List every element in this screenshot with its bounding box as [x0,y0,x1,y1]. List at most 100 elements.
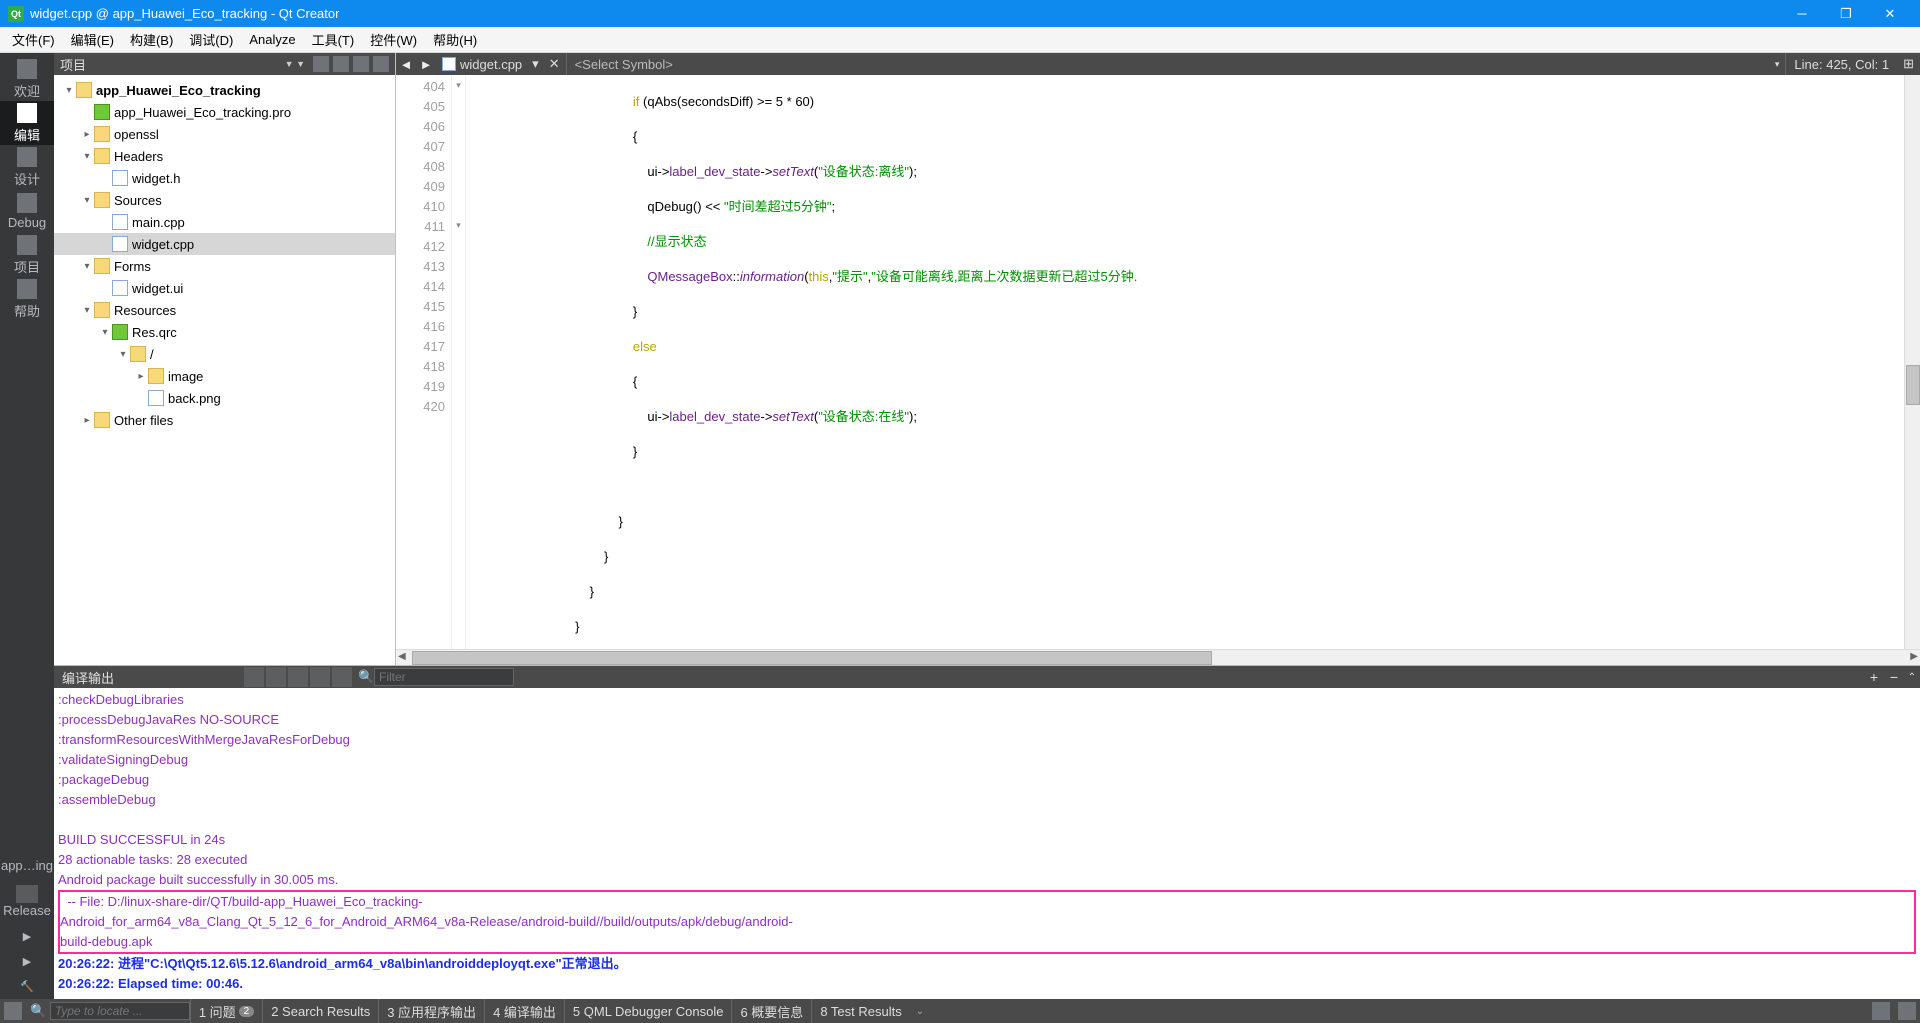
mode-design[interactable]: 设计 [0,145,54,189]
tree-node[interactable]: ▾Headers [54,145,395,167]
status-tab-tests[interactable]: 8 Test Results [811,999,909,1023]
maximize-button[interactable]: ❐ [1824,0,1868,27]
tree-node[interactable]: ▾Sources [54,189,395,211]
progress-icon[interactable] [1898,1002,1916,1020]
split-icon[interactable] [353,56,369,72]
output-collapse-icon[interactable]: ⌃ [1904,672,1920,683]
tree-node[interactable]: ▾Resources [54,299,395,321]
chevron-icon[interactable]: ▸ [134,371,148,382]
editor-tab[interactable]: widget.cpp [436,53,528,75]
tree-node[interactable]: main.cpp [54,211,395,233]
chevron-icon[interactable]: ▾ [80,151,94,162]
tree-node[interactable]: widget.cpp [54,233,395,255]
toggle-sidebar-icon[interactable] [4,1002,22,1020]
project-tree[interactable]: ▾app_Huawei_Eco_tracking app_Huawei_Eco_… [54,75,395,665]
chevron-icon[interactable]: ▾ [80,305,94,316]
line-col-indicator[interactable]: Line: 425, Col: 1 [1785,53,1897,75]
status-tab-search[interactable]: 2 Search Results [262,999,378,1023]
menu-debug[interactable]: 调试(D) [181,27,241,52]
tree-node[interactable]: widget.h [54,167,395,189]
out-icon-4[interactable] [310,667,330,687]
chevron-icon[interactable]: ▸ [80,415,94,426]
tree-node[interactable]: app_Huawei_Eco_tracking.pro [54,101,395,123]
status-tab-qml[interactable]: 5 QML Debugger Console [564,999,732,1023]
chevron-icon[interactable] [98,283,112,294]
tab-close-icon[interactable]: ✕ [543,56,566,72]
line-gutter[interactable]: 4044054064074084094104114124134144154164… [396,75,452,649]
toggle-right-icon[interactable] [1872,1002,1890,1020]
filter-icon[interactable] [313,56,329,72]
status-tab-compile[interactable]: 4 编译输出 [484,999,564,1023]
editor-split-icon[interactable]: ⊞ [1897,56,1920,72]
filter-input[interactable] [374,668,514,686]
symbol-selector[interactable]: <Select Symbol> [566,53,681,75]
mode-projects[interactable]: 项目 [0,233,54,277]
out-settings-icon[interactable] [332,667,352,687]
out-icon-1[interactable] [244,667,264,687]
nav-fwd-button[interactable]: ► [416,57,436,72]
build-button[interactable]: 🔨 [0,974,54,999]
tree-node[interactable]: ▾Res.qrc [54,321,395,343]
tree-node[interactable]: back.png [54,387,395,409]
tree-node[interactable]: ▸openssl [54,123,395,145]
chevron-icon[interactable] [80,107,94,118]
menu-build[interactable]: 构建(B) [122,27,181,52]
menu-file[interactable]: 文件(F) [4,27,63,52]
menu-tools[interactable]: 工具(T) [304,27,363,52]
build-config[interactable]: Release [0,879,54,924]
out-icon-3[interactable] [288,667,308,687]
chevron-icon[interactable]: ▾ [80,261,94,272]
menu-edit[interactable]: 编辑(E) [63,27,122,52]
status-close-icon[interactable]: ⌄ [910,1006,930,1017]
chevron-icon[interactable] [98,217,112,228]
close-button[interactable]: ✕ [1868,0,1912,27]
symbol-dropdown-icon[interactable]: ▾ [1769,59,1786,70]
status-tab-general[interactable]: 6 概要信息 [731,999,811,1023]
run-button[interactable]: ▶ [0,924,54,949]
editor-hscroll[interactable]: ◀ ▶ [396,649,1920,665]
chevron-icon[interactable]: ▾ [62,85,76,96]
mode-debug[interactable]: Debug [0,189,54,233]
chevron-icon[interactable]: ▾ [116,349,130,360]
output-body[interactable]: :checkDebugLibraries:processDebugJavaRes… [54,688,1920,999]
vscroll-thumb[interactable] [1906,365,1920,405]
zoom-out-button[interactable]: − [1884,669,1904,685]
chevron-icon[interactable] [98,239,112,250]
link-icon[interactable] [333,56,349,72]
tree-node[interactable]: ▾app_Huawei_Eco_tracking [54,79,395,101]
locator-input[interactable] [50,1002,190,1020]
chevron-icon[interactable]: ▾ [80,195,94,206]
tree-node[interactable]: ▸Other files [54,409,395,431]
chevron-icon[interactable] [98,173,112,184]
menu-help[interactable]: 帮助(H) [425,27,485,52]
chevron-icon[interactable]: ▸ [80,129,94,140]
nav-back-button[interactable]: ◄ [396,57,416,72]
mode-help[interactable]: 帮助 [0,277,54,321]
hscroll-right-icon[interactable]: ▶ [1910,651,1918,662]
chevron-icon[interactable] [134,393,148,404]
hscroll-left-icon[interactable]: ◀ [398,651,406,662]
editor-vscroll[interactable] [1904,75,1920,649]
kit-selector[interactable]: app…ing [0,852,54,879]
close-pane-icon[interactable] [373,56,389,72]
tree-node[interactable]: ▸image [54,365,395,387]
code-editor[interactable]: 4044054064074084094104114124134144154164… [396,75,1920,649]
mode-welcome[interactable]: 欢迎 [0,57,54,101]
menu-widgets[interactable]: 控件(W) [362,27,425,52]
menu-analyze[interactable]: Analyze [241,27,303,52]
status-tab-appout[interactable]: 3 应用程序输出 [378,999,484,1023]
minimize-button[interactable]: ─ [1780,0,1824,27]
chevron-icon[interactable]: ▾ [98,327,112,338]
zoom-in-button[interactable]: + [1864,669,1884,685]
project-dropdown-icon[interactable]: ▼ ▼ [285,59,305,69]
fold-column[interactable]: ▾▾ [452,75,466,649]
code-area[interactable]: if (qAbs(secondsDiff) >= 5 * 60) { ui->l… [466,75,1904,649]
mode-edit[interactable]: 编辑 [0,101,54,145]
out-icon-2[interactable] [266,667,286,687]
tree-node[interactable]: widget.ui [54,277,395,299]
tree-node[interactable]: ▾Forms [54,255,395,277]
hscroll-thumb[interactable] [412,651,1212,665]
debug-run-button[interactable]: ▶ [0,949,54,974]
tree-node[interactable]: ▾/ [54,343,395,365]
status-tab-issues[interactable]: 1 问题2 [190,999,262,1023]
